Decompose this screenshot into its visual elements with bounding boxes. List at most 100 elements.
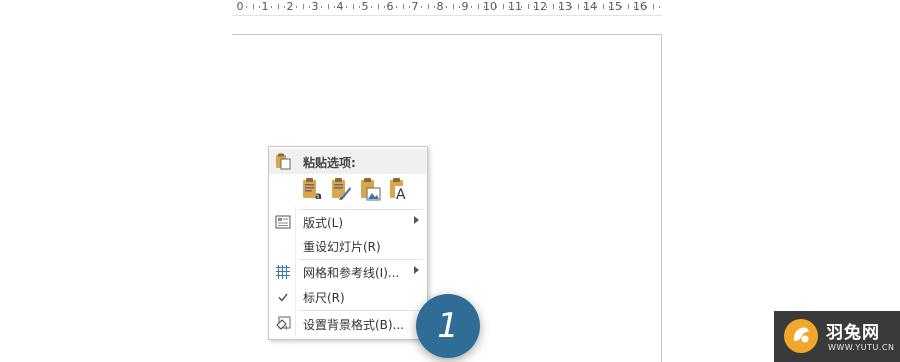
paste-picture-button[interactable] — [359, 177, 381, 201]
ruler-tick — [534, 6, 535, 8]
ruler-number: 5 — [361, 0, 369, 13]
ruler-tick — [271, 6, 272, 8]
ruler-tick — [659, 6, 660, 8]
grid-icon — [275, 264, 291, 280]
menu-item-grid-and-guides[interactable]: 网格和参考线(I)... — [269, 260, 427, 284]
ruler-number: 14 — [583, 0, 597, 13]
svg-text:a: a — [315, 191, 322, 201]
slide-top-edge — [232, 34, 662, 35]
menu-item-reset-slide[interactable]: 重设幻灯片(R) — [269, 234, 427, 258]
ruler-number: 6 — [386, 0, 394, 13]
ruler-tick — [602, 4, 604, 9]
paste-options-row: a A — [301, 177, 410, 205]
ruler-tick — [396, 6, 397, 8]
ruler-tick — [546, 6, 547, 8]
menu-separator — [299, 310, 423, 311]
ruler-number: 7 — [411, 0, 419, 13]
ruler-tick — [352, 4, 354, 9]
ruler-number: 10 — [483, 0, 497, 13]
ruler-tick — [577, 4, 579, 9]
ruler-tick — [402, 4, 404, 9]
rabbit-logo-icon — [784, 319, 818, 353]
step-number-badge: 1 — [416, 294, 480, 358]
paste-options-header: 粘贴选项: — [269, 149, 427, 174]
ruler-number: 9 — [461, 0, 469, 13]
menu-item-label: 设置背景格式(B)... — [303, 318, 405, 332]
horizontal-ruler[interactable]: 0 1 2 3 4 5 6 7 8 9 10 11 12 13 14 15 16 — [232, 0, 662, 16]
ruler-tick — [584, 6, 585, 8]
svg-text:A: A — [396, 187, 406, 201]
ruler-tick — [334, 6, 335, 8]
ruler-tick — [321, 6, 322, 8]
menu-item-label: 标尺(R) — [303, 291, 345, 305]
ruler-tick — [371, 6, 372, 8]
ruler-number: 2 — [286, 0, 294, 13]
ruler-tick — [452, 4, 454, 9]
ruler-number: 3 — [311, 0, 319, 13]
ruler-tick — [652, 4, 654, 9]
ruler-tick — [552, 4, 554, 9]
ruler-tick — [427, 4, 429, 9]
submenu-arrow-icon — [414, 216, 419, 224]
paste-keep-text-only-icon: A — [388, 178, 410, 205]
ruler-number: 0 — [236, 0, 244, 13]
ruler-tick — [609, 6, 610, 8]
menu-item-label: 重设幻灯片(R) — [303, 240, 381, 254]
slide-right-edge — [661, 34, 662, 362]
ruler-tick — [421, 6, 422, 8]
ruler-number: 15 — [608, 0, 622, 13]
ruler-tick — [434, 6, 435, 8]
ruler-tick — [259, 6, 260, 8]
menu-item-ruler[interactable]: 标尺(R) — [269, 285, 427, 309]
ruler-number: 8 — [436, 0, 444, 13]
ruler-tick — [302, 4, 304, 9]
watermark-url: WWW.YUTU.CN — [828, 343, 895, 352]
ruler-number: 1 — [261, 0, 269, 13]
watermark-title: 羽兔网 — [826, 323, 880, 343]
ruler-tick — [459, 6, 460, 8]
ruler-tick — [627, 4, 629, 9]
ruler-number: 11 — [508, 0, 522, 13]
paste-keep-text-only-button[interactable]: A — [388, 177, 410, 203]
ruler-tick — [646, 6, 647, 8]
ruler-tick — [596, 6, 597, 8]
paste-keep-source-formatting-button[interactable] — [330, 177, 352, 201]
format-background-icon — [275, 316, 291, 332]
ruler-tick — [502, 4, 504, 9]
ruler-tick — [496, 6, 497, 8]
layout-icon — [275, 214, 291, 230]
ruler-tick — [284, 6, 285, 8]
submenu-arrow-icon — [414, 266, 419, 274]
ruler-tick — [621, 6, 622, 8]
ruler-tick — [484, 6, 485, 8]
ruler-tick — [509, 6, 510, 8]
ruler-tick — [527, 4, 529, 9]
ruler-tick — [296, 6, 297, 8]
ruler-tick — [446, 6, 447, 8]
ruler-number: 12 — [533, 0, 547, 13]
ruler-tick — [277, 4, 279, 9]
ruler-tick — [477, 4, 479, 9]
context-menu: 粘贴选项: a A 版式(L) 重设幻灯片(R) 网格和参考线(I)... 标尺… — [268, 146, 428, 340]
ruler-tick — [634, 6, 635, 8]
checkmark-icon — [275, 289, 291, 305]
ruler-tick — [571, 6, 572, 8]
clipboard-icon — [275, 153, 291, 170]
ruler-tick — [309, 6, 310, 8]
ruler-number: 16 — [633, 0, 647, 13]
menu-item-layout[interactable]: 版式(L) — [269, 210, 427, 234]
paste-picture-icon — [359, 178, 381, 205]
paste-use-destination-theme-button[interactable]: a — [301, 177, 323, 202]
menu-item-label: 网格和参考线(I)... — [303, 266, 400, 280]
paste-use-destination-theme-icon: a — [301, 178, 323, 205]
watermark: 羽兔网 WWW.YUTU.CN — [774, 311, 900, 362]
ruler-tick — [346, 6, 347, 8]
ruler-number: 4 — [336, 0, 344, 13]
ruler-tick — [252, 4, 254, 9]
paste-options-label: 粘贴选项: — [303, 156, 356, 170]
ruler-tick — [327, 4, 329, 9]
menu-item-format-background[interactable]: 设置背景格式(B)... — [269, 312, 427, 336]
menu-item-label: 版式(L) — [303, 216, 344, 230]
ruler-number: 13 — [558, 0, 572, 13]
ruler-tick — [359, 6, 360, 8]
